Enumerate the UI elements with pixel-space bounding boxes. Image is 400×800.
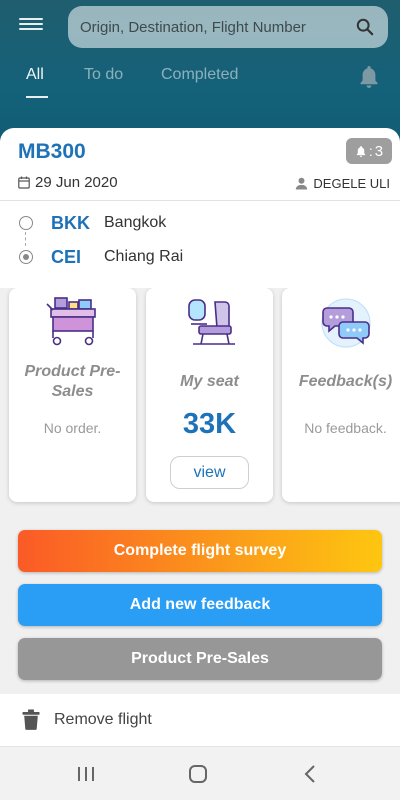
action-buttons: Complete flight survey Add new feedback … xyxy=(0,518,400,694)
complete-survey-button[interactable]: Complete flight survey xyxy=(18,530,382,572)
flight-date: 29 Jun 2020 xyxy=(18,174,118,191)
feedback-title: Feedback(s) xyxy=(298,373,393,390)
search-icon[interactable] xyxy=(354,16,376,38)
presales-title-line2: Sales xyxy=(51,383,94,400)
destination-marker xyxy=(19,250,33,264)
destination-code: CEI xyxy=(51,246,82,267)
notification-count: 3 xyxy=(374,142,384,160)
chat-icon xyxy=(282,296,400,356)
search-bar[interactable] xyxy=(68,6,388,48)
seat-icon xyxy=(146,296,273,356)
presales-tile[interactable]: Product Pre- Sales No order. xyxy=(9,288,136,502)
feedback-tile[interactable]: Feedback(s) No feedback. xyxy=(282,288,400,502)
product-presales-button[interactable]: Product Pre-Sales xyxy=(18,638,382,680)
seat-title: My seat xyxy=(180,373,239,390)
origin-code: BKK xyxy=(51,212,90,233)
flight-number: MB300 xyxy=(18,140,86,163)
flight-route: BKK Bangkok CEI Chiang Rai xyxy=(0,208,400,268)
trash-icon xyxy=(22,709,40,730)
passenger-text: DEGELE ULI xyxy=(313,176,390,191)
destination-stop: CEI Chiang Rai xyxy=(0,242,400,272)
divider xyxy=(0,200,400,201)
calendar-icon xyxy=(18,176,30,189)
origin-stop: BKK Bangkok xyxy=(0,208,400,238)
origin-city: Bangkok xyxy=(104,214,167,231)
destination-city: Chiang Rai xyxy=(104,248,184,265)
remove-flight-row[interactable]: Remove flight xyxy=(0,694,400,746)
seat-value: 33K xyxy=(182,408,237,440)
person-icon xyxy=(296,177,308,190)
flight-card: MB300 : 3 29 Jun 2020 DEGELE ULI BKK Ban… xyxy=(0,128,400,518)
tab-to-do[interactable]: To do xyxy=(84,66,123,84)
active-tab-indicator xyxy=(26,96,48,98)
tab-completed[interactable]: Completed xyxy=(161,66,238,84)
search-input[interactable] xyxy=(80,18,354,36)
notification-badge[interactable]: : 3 xyxy=(346,138,392,164)
back-icon[interactable] xyxy=(295,760,325,788)
filter-tabs: All To do Completed xyxy=(0,62,400,102)
menu-icon[interactable] xyxy=(19,15,43,37)
origin-marker xyxy=(19,216,33,230)
remove-flight-label: Remove flight xyxy=(54,711,152,728)
presales-status: No order. xyxy=(43,420,102,436)
date-text: 29 Jun 2020 xyxy=(35,174,118,191)
feedback-status: No feedback. xyxy=(304,420,387,436)
cart-icon xyxy=(9,296,136,356)
recent-apps-icon[interactable] xyxy=(71,760,101,788)
presales-title-line1: Product Pre- xyxy=(24,363,121,380)
bell-icon[interactable] xyxy=(357,64,381,90)
service-tiles: Product Pre- Sales No order. My seat 33K xyxy=(0,288,400,518)
presales-title: Product Pre- Sales xyxy=(9,362,136,402)
view-seat-button[interactable]: view xyxy=(170,456,249,489)
seat-tile[interactable]: My seat 33K view xyxy=(146,288,273,502)
bell-icon xyxy=(356,145,366,157)
home-icon[interactable] xyxy=(183,760,213,788)
add-feedback-button[interactable]: Add new feedback xyxy=(18,584,382,626)
tab-all[interactable]: All xyxy=(26,66,44,84)
passenger-name: DEGELE ULI xyxy=(295,176,390,191)
system-nav-bar xyxy=(0,746,400,800)
